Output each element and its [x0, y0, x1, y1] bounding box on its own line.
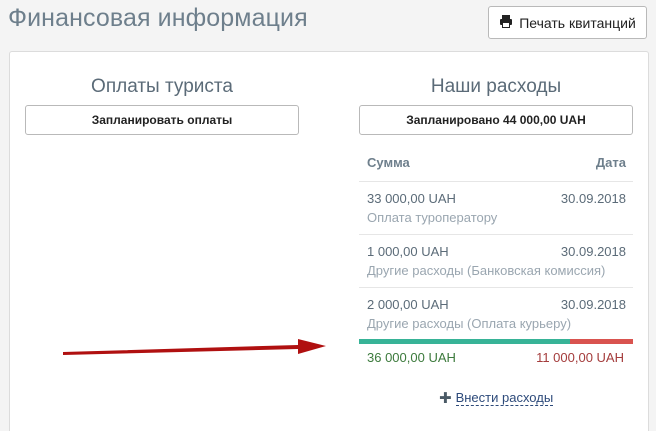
- expense-description: Другие расходы (Банковская комиссия): [367, 263, 606, 278]
- page-title: Финансовая информация: [8, 4, 308, 32]
- expense-row[interactable]: 1 000,00 UAH 30.09.2018 Другие расходы (…: [359, 235, 633, 288]
- expense-description: Оплата туроператору: [367, 210, 498, 225]
- expenses-progress-bar: [359, 339, 633, 344]
- expense-date: 30.09.2018: [560, 297, 626, 312]
- unpaid-total: 11 000,00 UAH: [536, 350, 624, 365]
- print-receipts-button[interactable]: Печать квитанций: [488, 6, 647, 39]
- expense-row[interactable]: 33 000,00 UAH 30.09.2018 Оплата туропера…: [359, 182, 633, 235]
- expense-date: 30.09.2018: [560, 244, 626, 259]
- expense-date: 30.09.2018: [560, 191, 626, 206]
- expense-description: Другие расходы (Оплата курьеру): [367, 316, 572, 331]
- expense-amount: 1 000,00 UAH: [367, 244, 449, 259]
- expense-amount: 2 000,00 UAH: [367, 297, 449, 312]
- print-receipts-label: Печать квитанций: [519, 14, 636, 31]
- expense-row[interactable]: 2 000,00 UAH 30.09.2018 Другие расходы (…: [359, 288, 633, 341]
- column-date: Дата: [595, 155, 626, 170]
- expenses-title: Наши расходы: [430, 76, 562, 97]
- expense-amount: 33 000,00 UAH: [367, 191, 456, 206]
- expenses-table-header: Сумма Дата: [359, 146, 633, 182]
- tourist-payments-title: Оплаты туриста: [91, 76, 233, 97]
- unpaid-segment: [569, 339, 633, 344]
- red-arrow-annotation: [63, 339, 326, 355]
- paid-total: 36 000,00 UAH: [367, 350, 456, 365]
- planned-expenses-button[interactable]: Запланировано 44 000,00 UAH: [359, 105, 633, 135]
- add-expenses-link[interactable]: ✚ Внести расходы: [439, 389, 554, 407]
- finance-panel: Оплаты туриста Запланировать оплаты Наши…: [9, 51, 649, 431]
- plan-payments-button[interactable]: Запланировать оплаты: [25, 105, 299, 135]
- column-sum: Сумма: [367, 155, 410, 170]
- paid-segment: [359, 339, 570, 344]
- printer-icon: [499, 14, 513, 31]
- plus-icon: ✚: [439, 389, 452, 407]
- add-expenses-label: Внести расходы: [455, 390, 554, 406]
